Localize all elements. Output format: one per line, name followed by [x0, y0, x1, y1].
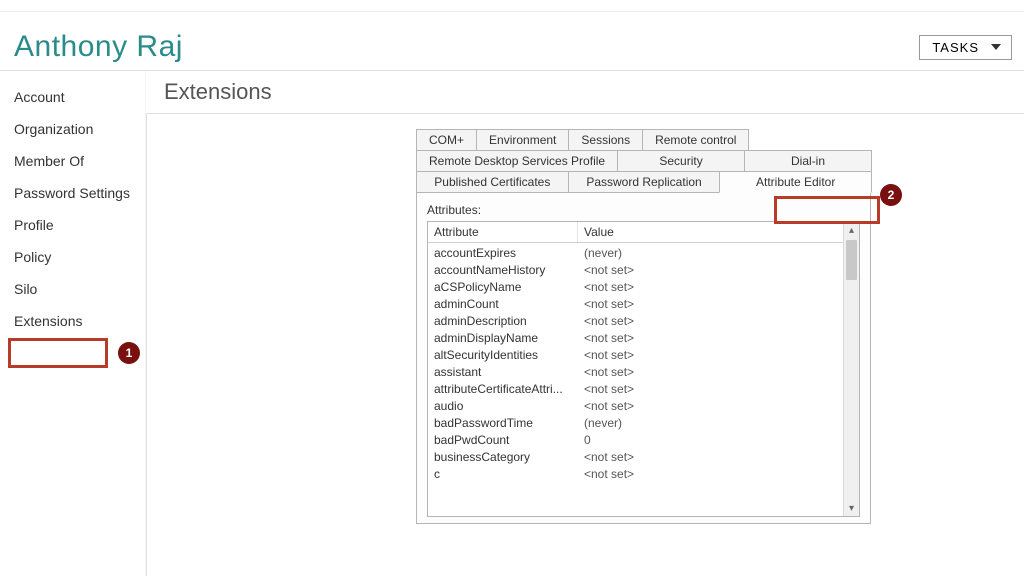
cell-attribute: attributeCertificateAttri... [434, 382, 584, 396]
sidebar-item-profile[interactable]: Profile [14, 209, 145, 241]
cell-attribute: assistant [434, 365, 584, 379]
cell-attribute: aCSPolicyName [434, 280, 584, 294]
tab-attribute-editor[interactable]: Attribute Editor [719, 171, 872, 193]
cell-value: <not set> [584, 382, 837, 396]
table-row[interactable]: audio<not set> [428, 397, 843, 414]
cell-attribute: adminDisplayName [434, 331, 584, 345]
tab-rows: COM+EnvironmentSessionsRemote controlRem… [416, 129, 871, 193]
cell-value: <not set> [584, 280, 837, 294]
cell-value: (never) [584, 416, 837, 430]
attributes-label: Attributes: [427, 203, 860, 217]
cell-attribute: c [434, 467, 584, 481]
tab-remote-control[interactable]: Remote control [642, 129, 749, 151]
sheet-body: Attributes: Attribute Value accountExpir… [416, 192, 871, 524]
cell-value: <not set> [584, 348, 837, 362]
sidebar-item-extensions[interactable]: Extensions [14, 305, 145, 337]
tab-com-[interactable]: COM+ [416, 129, 477, 151]
cell-attribute: businessCategory [434, 450, 584, 464]
table-row[interactable]: accountNameHistory<not set> [428, 261, 843, 278]
table-row[interactable]: altSecurityIdentities<not set> [428, 346, 843, 363]
column-header-value[interactable]: Value [578, 222, 859, 242]
top-spacer [0, 0, 1024, 12]
table-row[interactable]: adminDisplayName<not set> [428, 329, 843, 346]
tab-row: Published CertificatesPassword Replicati… [416, 171, 871, 192]
cell-attribute: accountExpires [434, 246, 584, 260]
header: Anthony Raj TASKS [0, 12, 1024, 71]
cell-value: <not set> [584, 365, 837, 379]
sidebar-item-organization[interactable]: Organization [14, 113, 145, 145]
table-row[interactable]: accountExpires(never) [428, 244, 843, 261]
cell-value: <not set> [584, 399, 837, 413]
table-row[interactable]: assistant<not set> [428, 363, 843, 380]
scroll-up-icon[interactable]: ▴ [844, 222, 859, 238]
attributes-list[interactable]: Attribute Value accountExpires(never)acc… [427, 221, 860, 517]
cell-attribute: badPwdCount [434, 433, 584, 447]
table-row[interactable]: businessCategory<not set> [428, 448, 843, 465]
tab-published-certificates[interactable]: Published Certificates [416, 171, 569, 193]
tab-sessions[interactable]: Sessions [568, 129, 643, 151]
cell-value: <not set> [584, 331, 837, 345]
cell-value: <not set> [584, 263, 837, 277]
tab-row: COM+EnvironmentSessionsRemote control [416, 129, 871, 150]
tab-security[interactable]: Security [617, 150, 745, 172]
cell-attribute: accountNameHistory [434, 263, 584, 277]
cell-value: 0 [584, 433, 837, 447]
property-sheet: COM+EnvironmentSessionsRemote controlRem… [416, 129, 871, 524]
body: AccountOrganizationMember OfPassword Set… [0, 71, 1024, 576]
table-row[interactable]: attributeCertificateAttri...<not set> [428, 380, 843, 397]
page-title: Anthony Raj [14, 30, 183, 64]
sidebar: AccountOrganizationMember OfPassword Set… [0, 71, 146, 576]
table-row[interactable]: adminDescription<not set> [428, 312, 843, 329]
sidebar-item-policy[interactable]: Policy [14, 241, 145, 273]
section-title: Extensions [164, 79, 1024, 105]
sidebar-item-account[interactable]: Account [14, 81, 145, 113]
tasks-dropdown[interactable]: TASKS [919, 35, 1012, 60]
table-row[interactable]: c<not set> [428, 465, 843, 482]
table-row[interactable]: adminCount<not set> [428, 295, 843, 312]
content: Extensions COM+EnvironmentSessionsRemote… [146, 71, 1024, 576]
cell-value: <not set> [584, 450, 837, 464]
list-header: Attribute Value [428, 222, 859, 243]
table-row[interactable]: badPwdCount0 [428, 431, 843, 448]
cell-attribute: adminCount [434, 297, 584, 311]
tasks-label: TASKS [932, 40, 979, 55]
tab-row: Remote Desktop Services ProfileSecurityD… [416, 150, 871, 171]
cell-value: <not set> [584, 314, 837, 328]
cell-attribute: adminDescription [434, 314, 584, 328]
column-header-attribute[interactable]: Attribute [428, 222, 578, 242]
cell-attribute: audio [434, 399, 584, 413]
sidebar-item-silo[interactable]: Silo [14, 273, 145, 305]
tab-dial-in[interactable]: Dial-in [744, 150, 872, 172]
cell-value: <not set> [584, 297, 837, 311]
table-row[interactable]: badPasswordTime(never) [428, 414, 843, 431]
scrollbar[interactable]: ▴ ▾ [843, 222, 859, 516]
cell-value: <not set> [584, 467, 837, 481]
tab-environment[interactable]: Environment [476, 129, 569, 151]
app-frame: Anthony Raj TASKS AccountOrganizationMem… [0, 0, 1024, 583]
table-row[interactable]: aCSPolicyName<not set> [428, 278, 843, 295]
cell-attribute: badPasswordTime [434, 416, 584, 430]
cell-value: (never) [584, 246, 837, 260]
scroll-thumb[interactable] [846, 240, 857, 280]
scroll-down-icon[interactable]: ▾ [844, 500, 859, 516]
list-body[interactable]: accountExpires(never)accountNameHistory<… [428, 244, 843, 516]
tab-remote-desktop-services-profile[interactable]: Remote Desktop Services Profile [416, 150, 618, 172]
tab-password-replication[interactable]: Password Replication [568, 171, 721, 193]
sidebar-item-password-settings[interactable]: Password Settings [14, 177, 145, 209]
sidebar-item-member-of[interactable]: Member Of [14, 145, 145, 177]
cell-attribute: altSecurityIdentities [434, 348, 584, 362]
